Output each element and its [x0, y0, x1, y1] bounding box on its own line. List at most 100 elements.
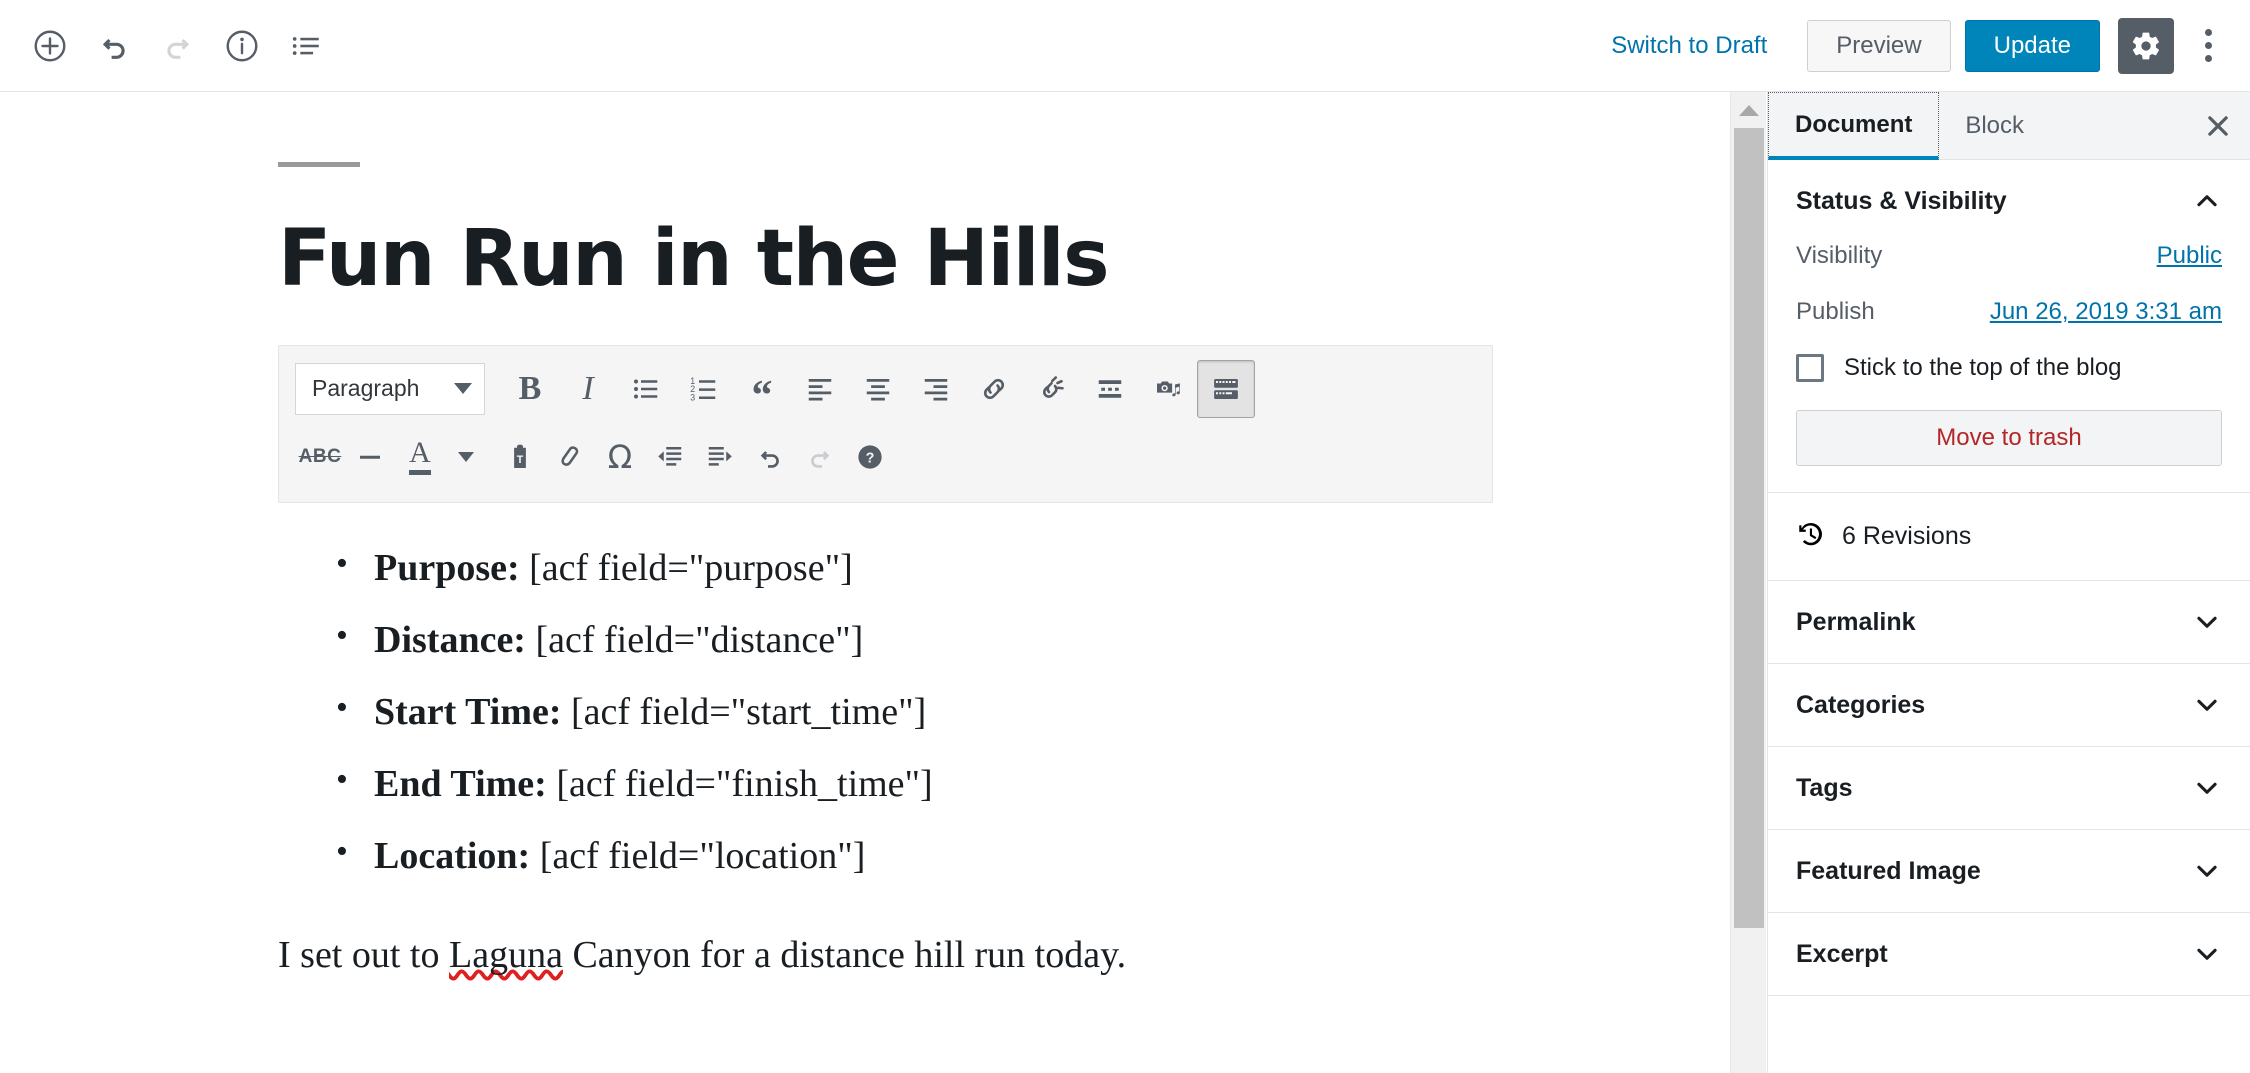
panel-featured-image-header[interactable]: Featured Image [1768, 830, 2250, 912]
undo-icon[interactable] [745, 428, 795, 486]
sidebar-tabs: Document Block [1768, 92, 2250, 160]
chevron-down-icon [454, 383, 472, 394]
panel-featured-image: Featured Image [1768, 830, 2250, 913]
post-body-content[interactable]: Purpose: [acf field="purpose"] Distance:… [278, 549, 1730, 977]
panel-excerpt-header[interactable]: Excerpt [1768, 913, 2250, 995]
body-paragraph[interactable]: I set out to Laguna Canyon for a distanc… [278, 933, 1730, 977]
close-icon[interactable] [2186, 92, 2250, 159]
text-color-icon[interactable]: A [395, 428, 445, 486]
svg-text:3: 3 [690, 392, 695, 402]
paste-as-text-icon[interactable]: T [495, 428, 545, 486]
insert-link-icon[interactable] [965, 360, 1023, 418]
post-content-wrapper: Fun Run in the Hills Paragraph B I [0, 92, 1730, 977]
chevron-down-icon[interactable] [2192, 773, 2222, 803]
switch-to-draft-button[interactable]: Switch to Draft [1593, 22, 1785, 70]
strikethrough-icon[interactable]: ABC [295, 428, 345, 486]
panel-title: Status & Visibility [1796, 187, 2007, 216]
undo-icon[interactable] [82, 14, 146, 78]
text-color-dropdown-icon[interactable] [445, 428, 495, 486]
list-item[interactable]: Location: [acf field="location"] [278, 837, 1730, 875]
keyboard-shortcuts-help-icon[interactable]: ? [845, 428, 895, 486]
title-divider-rule [278, 162, 360, 167]
tab-block[interactable]: Block [1939, 92, 2050, 159]
chevron-down-icon[interactable] [2192, 607, 2222, 637]
redo-icon [146, 14, 210, 78]
revisions-link[interactable]: 6 Revisions [1768, 493, 2250, 580]
numbered-list-icon[interactable]: 1 2 3 [675, 360, 733, 418]
visibility-value-link[interactable]: Public [2157, 242, 2222, 270]
panel-status-visibility: Status & Visibility Visibility Public Pu… [1768, 160, 2250, 493]
italic-icon[interactable]: I [559, 360, 617, 418]
editor-header: Switch to Draft Preview Update [0, 0, 2250, 92]
list-item[interactable]: Start Time: [acf field="start_time"] [278, 693, 1730, 731]
list-item[interactable]: End Time: [acf field="finish_time"] [278, 765, 1730, 803]
list-item-label: Purpose: [374, 547, 520, 589]
bulleted-list-icon[interactable] [617, 360, 675, 418]
list-item-label: Start Time: [374, 691, 562, 733]
ellipsis-vertical-icon[interactable] [2184, 18, 2232, 74]
move-to-trash-button[interactable]: Move to trash [1796, 410, 2222, 466]
indent-icon[interactable] [695, 428, 745, 486]
update-button[interactable]: Update [1965, 20, 2100, 72]
sticky-post-label: Stick to the top of the blog [1844, 354, 2122, 382]
vertical-scrollbar[interactable] [1730, 92, 1766, 1073]
panel-categories-header[interactable]: Categories [1768, 664, 2250, 746]
visibility-row: Visibility Public [1796, 242, 2222, 270]
panel-excerpt: Excerpt [1768, 913, 2250, 996]
panel-status-visibility-header[interactable]: Status & Visibility [1768, 160, 2250, 242]
align-right-icon[interactable] [907, 360, 965, 418]
toolbar-toggle-icon[interactable] [1197, 360, 1255, 418]
chevron-down-icon[interactable] [2192, 939, 2222, 969]
panel-tags: Tags [1768, 747, 2250, 830]
publish-date-link[interactable]: Jun 26, 2019 3:31 am [1990, 298, 2222, 326]
scrollbar-thumb[interactable] [1734, 128, 1764, 928]
panel-title: Tags [1796, 774, 1853, 803]
chevron-down-icon[interactable] [2192, 856, 2222, 886]
list-item-label: Distance: [374, 619, 526, 661]
revisions-count-label: 6 Revisions [1842, 522, 1971, 551]
align-left-icon[interactable] [791, 360, 849, 418]
panel-status-visibility-body: Visibility Public Publish Jun 26, 2019 3… [1768, 242, 2250, 492]
block-navigation-icon[interactable] [274, 14, 338, 78]
toolbar-row-primary: Paragraph B I 1 2 3 [295, 360, 1476, 418]
svg-text:?: ? [866, 450, 875, 466]
blockquote-icon[interactable]: “ [733, 360, 791, 418]
tab-document[interactable]: Document [1768, 92, 1939, 160]
bold-icon[interactable]: B [501, 360, 559, 418]
panel-permalink-header[interactable]: Permalink [1768, 581, 2250, 663]
sticky-post-row[interactable]: Stick to the top of the blog [1796, 354, 2222, 382]
toolbar-row-secondary: ABC A T Ω [295, 428, 1476, 486]
clear-formatting-icon[interactable] [545, 428, 595, 486]
list-item-value: [acf field="start_time"] [562, 691, 927, 733]
preview-button[interactable]: Preview [1807, 20, 1950, 72]
add-media-icon[interactable] [1139, 360, 1197, 418]
svg-text:T: T [517, 454, 524, 466]
format-dropdown[interactable]: Paragraph [295, 363, 485, 415]
add-block-icon[interactable] [18, 14, 82, 78]
header-left-toolbar [0, 14, 338, 78]
list-item[interactable]: Distance: [acf field="distance"] [278, 621, 1730, 659]
horizontal-rule-icon[interactable] [345, 428, 395, 486]
page-title[interactable]: Fun Run in the Hills [278, 219, 1730, 301]
content-info-icon[interactable] [210, 14, 274, 78]
gear-icon[interactable] [2118, 18, 2174, 74]
scroll-up-arrow-icon[interactable] [1731, 92, 1767, 128]
panel-tags-header[interactable]: Tags [1768, 747, 2250, 829]
list-item-value: [acf field="location"] [530, 835, 865, 877]
list-item[interactable]: Purpose: [acf field="purpose"] [278, 549, 1730, 587]
panel-title: Permalink [1796, 608, 1916, 637]
remove-link-icon[interactable] [1023, 360, 1081, 418]
visibility-label: Visibility [1796, 242, 1882, 270]
chevron-down-icon[interactable] [2192, 690, 2222, 720]
read-more-icon[interactable] [1081, 360, 1139, 418]
chevron-up-icon[interactable] [2192, 186, 2222, 216]
list-item-value: [acf field="distance"] [526, 619, 863, 661]
outdent-icon[interactable] [645, 428, 695, 486]
special-character-icon[interactable]: Ω [595, 428, 645, 486]
format-dropdown-label: Paragraph [312, 375, 419, 402]
paragraph-prefix: I set out to [278, 934, 449, 976]
sticky-post-checkbox[interactable] [1796, 354, 1824, 382]
align-center-icon[interactable] [849, 360, 907, 418]
header-right-actions: Switch to Draft Preview Update [1593, 18, 2250, 74]
misspelled-word[interactable]: Laguna [449, 934, 563, 976]
